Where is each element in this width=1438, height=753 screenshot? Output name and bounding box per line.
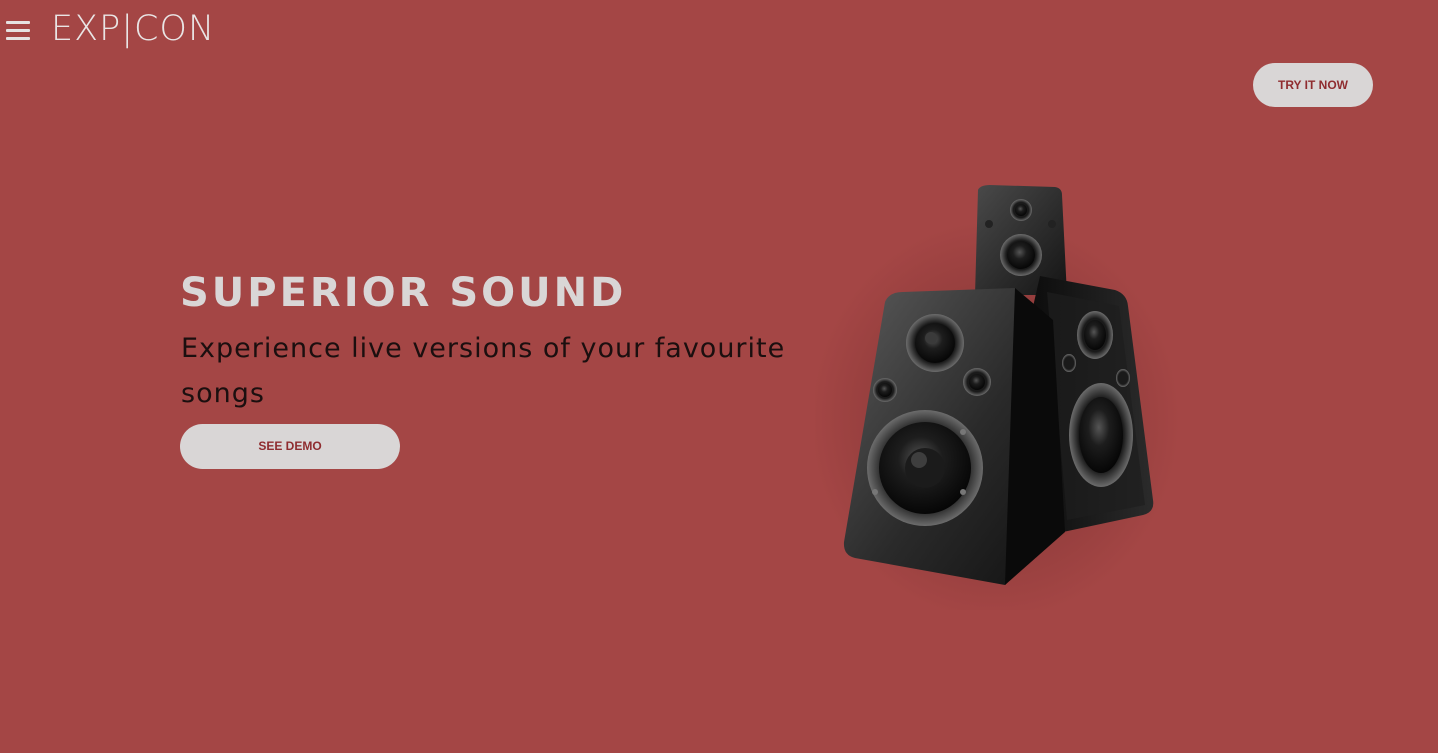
- brand-logo[interactable]: EXP|CON: [51, 8, 215, 50]
- try-it-now-button[interactable]: TRY IT NOW: [1253, 63, 1373, 107]
- see-demo-button[interactable]: SEE DEMO: [180, 424, 400, 469]
- landing-page: EXP|CON TRY IT NOW SUPERIOR SOUND Experi…: [0, 0, 1438, 753]
- hero-subtitle: Experience live versions of your favouri…: [181, 333, 786, 409]
- speakers-image: [815, 185, 1180, 610]
- hero-title: SUPERIOR SOUND: [180, 270, 627, 316]
- hamburger-menu-icon[interactable]: [6, 21, 30, 43]
